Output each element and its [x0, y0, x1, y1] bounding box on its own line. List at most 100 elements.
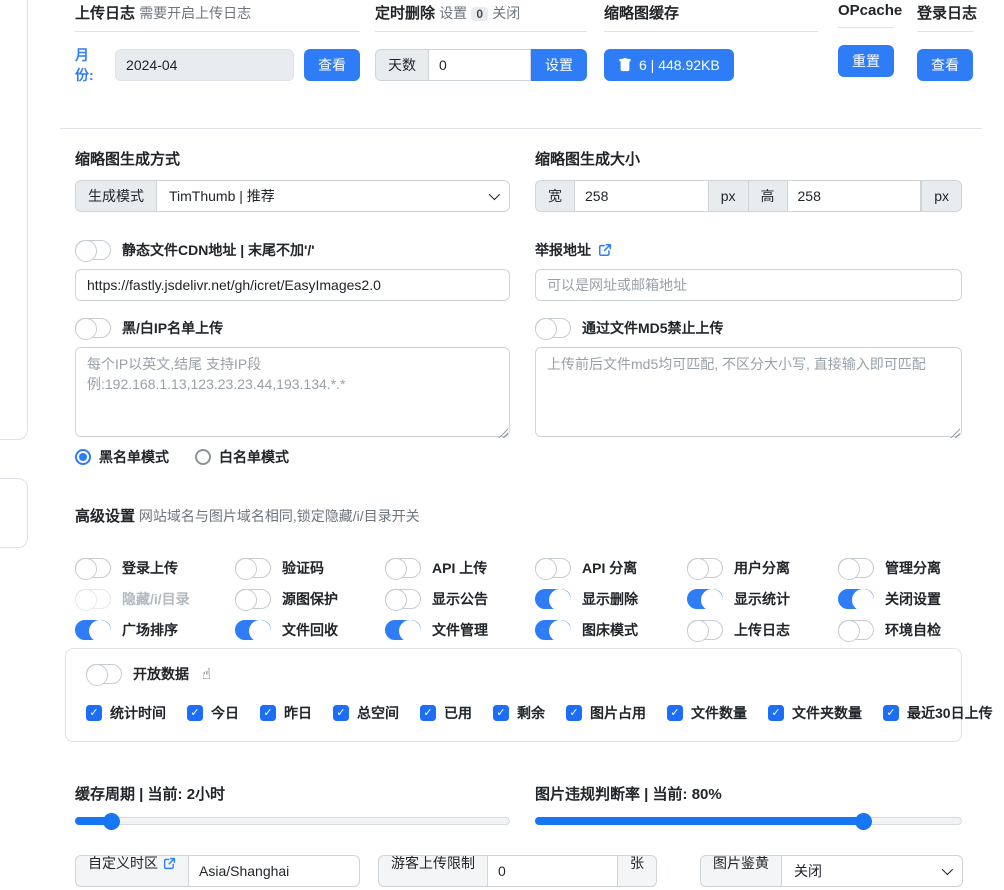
- advanced-toggle-item[interactable]: API 分离: [535, 552, 687, 583]
- days-input[interactable]: 0: [428, 49, 531, 81]
- open-data-checkbox-item[interactable]: 已用: [420, 703, 472, 723]
- login-log-title: 登录日志: [917, 2, 973, 23]
- timezone-input[interactable]: Asia/Shanghai: [188, 855, 360, 887]
- width-input[interactable]: 258: [574, 180, 709, 212]
- cdn-toggle[interactable]: [75, 240, 111, 260]
- md5-toggle[interactable]: [535, 318, 571, 338]
- advanced-toggle-item[interactable]: 显示公告: [385, 583, 535, 614]
- toggle-switch[interactable]: [385, 620, 421, 640]
- toggle-switch[interactable]: [535, 589, 571, 609]
- toggle-switch[interactable]: [385, 589, 421, 609]
- radio-selected-icon[interactable]: [75, 449, 91, 465]
- toggle-switch[interactable]: [385, 558, 421, 578]
- cache-slider-thumb[interactable]: [103, 813, 120, 830]
- toggle-switch[interactable]: [75, 589, 111, 609]
- toggle-switch[interactable]: [535, 620, 571, 640]
- cdn-input[interactable]: https://fastly.jsdelivr.net/gh/icret/Eas…: [75, 269, 510, 301]
- scheduled-delete-section: 定时删除 设置 0 关闭 天数 0 设置: [375, 2, 587, 81]
- open-data-checkbox-item[interactable]: 文件夹数量: [768, 703, 862, 723]
- advanced-toggle-item[interactable]: 图床模式: [535, 614, 687, 645]
- advanced-toggle-item[interactable]: 广场排序: [75, 614, 235, 645]
- violation-slider-label: 图片违规判断率 | 当前: 80%: [535, 783, 722, 804]
- open-data-checkbox-item[interactable]: 昨日: [260, 703, 312, 723]
- open-data-label: 开放数据: [133, 664, 189, 684]
- thumb-mode-title: 缩略图生成方式: [75, 148, 510, 169]
- checkbox-label: 已用: [444, 703, 472, 723]
- advanced-toggle-item[interactable]: 环境自检: [838, 614, 962, 645]
- checkbox-checked-icon[interactable]: [566, 705, 582, 721]
- external-link-icon[interactable]: [598, 243, 612, 257]
- open-data-checkbox-item[interactable]: 图片占用: [566, 703, 646, 723]
- login-log-view-button[interactable]: 查看: [917, 49, 973, 81]
- radio-unselected-icon[interactable]: [195, 449, 211, 465]
- open-data-checkbox-item[interactable]: 最近30日上传: [883, 703, 993, 723]
- porn-check-select[interactable]: 关闭: [781, 855, 963, 887]
- toggle-switch[interactable]: [687, 558, 723, 578]
- guest-limit-unit-addon: 张: [618, 855, 657, 887]
- month-input[interactable]: 2024-04: [115, 49, 294, 81]
- advanced-toggle-item[interactable]: 验证码: [235, 552, 385, 583]
- blacklist-mode-option[interactable]: 黑名单模式: [75, 447, 169, 467]
- whitelist-mode-option[interactable]: 白名单模式: [195, 447, 289, 467]
- toggle-switch[interactable]: [235, 620, 271, 640]
- thumb-size-title: 缩略图生成大小: [535, 148, 962, 169]
- violation-slider[interactable]: [535, 817, 962, 825]
- checkbox-checked-icon[interactable]: [260, 705, 276, 721]
- toggle-label: 图床模式: [582, 620, 638, 640]
- toggle-switch[interactable]: [838, 620, 874, 640]
- toggle-label: API 分离: [582, 558, 637, 578]
- advanced-toggle-item[interactable]: 用户分离: [687, 552, 838, 583]
- external-link-icon[interactable]: [163, 857, 176, 870]
- advanced-toggle-item[interactable]: 隐藏/i/目录: [75, 583, 235, 614]
- checkbox-checked-icon[interactable]: [187, 705, 203, 721]
- checkbox-checked-icon[interactable]: [333, 705, 349, 721]
- advanced-toggle-item[interactable]: 登录上传: [75, 552, 235, 583]
- toggle-switch[interactable]: [235, 558, 271, 578]
- open-data-checkbox-item[interactable]: 剩余: [493, 703, 545, 723]
- open-data-toggle[interactable]: [86, 664, 122, 684]
- scheduled-delete-title-text: 定时删除: [375, 5, 435, 22]
- toggle-switch[interactable]: [838, 589, 874, 609]
- advanced-toggle-item[interactable]: 关闭设置: [838, 583, 962, 614]
- open-data-checkbox-item[interactable]: 统计时间: [86, 703, 166, 723]
- hand-pointer-icon[interactable]: ☝: [202, 665, 211, 683]
- toggle-switch[interactable]: [75, 620, 111, 640]
- checkbox-checked-icon[interactable]: [86, 705, 102, 721]
- advanced-toggle-item[interactable]: API 上传: [385, 552, 535, 583]
- checkbox-checked-icon[interactable]: [768, 705, 784, 721]
- toggle-switch[interactable]: [235, 589, 271, 609]
- toggle-switch[interactable]: [75, 558, 111, 578]
- advanced-toggle-item[interactable]: 显示统计: [687, 583, 838, 614]
- toggle-switch[interactable]: [687, 620, 723, 640]
- height-input[interactable]: 258: [787, 180, 922, 212]
- advanced-toggle-item[interactable]: 上传日志: [687, 614, 838, 645]
- advanced-toggle-item[interactable]: 显示删除: [535, 583, 687, 614]
- checkbox-checked-icon[interactable]: [883, 705, 899, 721]
- thumb-cache-clear-button[interactable]: 6 | 448.92KB: [604, 49, 734, 81]
- violation-slider-thumb[interactable]: [855, 813, 872, 830]
- open-data-checkbox-item[interactable]: 总空间: [333, 703, 399, 723]
- upload-log-view-button[interactable]: 查看: [304, 49, 360, 81]
- open-data-checkbox-item[interactable]: 文件数量: [667, 703, 747, 723]
- open-data-checkbox-item[interactable]: 今日: [187, 703, 239, 723]
- advanced-toggle-item[interactable]: 管理分离: [838, 552, 962, 583]
- gen-mode-select[interactable]: TimThumb | 推荐: [156, 180, 510, 212]
- toggle-switch[interactable]: [838, 558, 874, 578]
- checkbox-checked-icon[interactable]: [493, 705, 509, 721]
- report-input[interactable]: 可以是网址或邮箱地址: [535, 269, 962, 301]
- ip-list-textarea[interactable]: [75, 347, 510, 437]
- toggle-switch[interactable]: [535, 558, 571, 578]
- checkbox-checked-icon[interactable]: [667, 705, 683, 721]
- md5-textarea[interactable]: [535, 347, 962, 437]
- toggle-switch[interactable]: [687, 589, 723, 609]
- opcache-reset-button[interactable]: 重置: [838, 45, 894, 77]
- checkbox-checked-icon[interactable]: [420, 705, 436, 721]
- guest-limit-input[interactable]: 0: [487, 855, 618, 887]
- cache-slider[interactable]: [75, 817, 510, 825]
- advanced-toggle-item[interactable]: 文件回收: [235, 614, 385, 645]
- advanced-toggle-item[interactable]: 文件管理: [385, 614, 535, 645]
- days-set-button[interactable]: 设置: [531, 49, 587, 81]
- ip-list-toggle[interactable]: [75, 318, 111, 338]
- advanced-toggle-item[interactable]: 源图保护: [235, 583, 385, 614]
- thumb-mode-block: 缩略图生成方式 生成模式 TimThumb | 推荐: [75, 148, 510, 212]
